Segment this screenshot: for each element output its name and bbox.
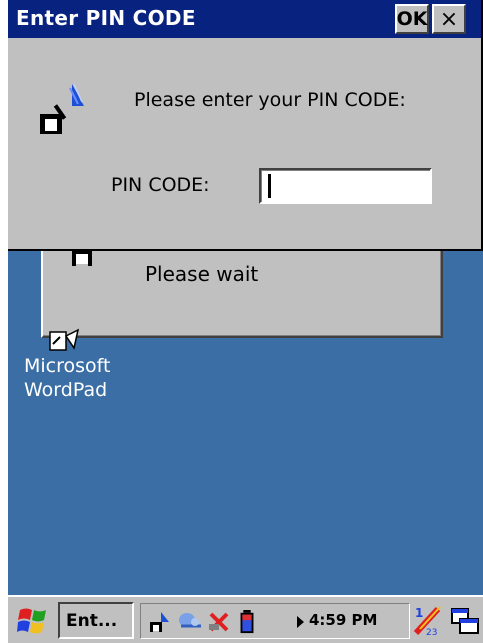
- wireless-modem-icon: [40, 83, 84, 134]
- task-button-enter-pin[interactable]: Ent...: [58, 602, 134, 639]
- battery-icon[interactable]: [237, 610, 257, 634]
- expand-arrow-icon[interactable]: [297, 616, 304, 628]
- pin-code-input[interactable]: [259, 168, 432, 204]
- wordpad-icon[interactable]: [48, 328, 84, 352]
- dialog-title: Enter PIN CODE: [16, 6, 196, 30]
- bluetooth-icon[interactable]: [177, 610, 203, 634]
- clock[interactable]: 4:59 PM: [309, 611, 377, 629]
- svg-text:23: 23: [426, 628, 437, 637]
- system-tray: 4:59 PM: [140, 603, 410, 639]
- connection-icon[interactable]: [207, 610, 233, 634]
- network-icon[interactable]: [147, 610, 173, 634]
- svg-text:1: 1: [415, 606, 423, 620]
- modem-icon: [72, 250, 92, 266]
- title-bar: Enter PIN CODE OK ×: [8, 0, 481, 38]
- start-button[interactable]: [14, 603, 52, 639]
- close-button[interactable]: ×: [432, 4, 466, 34]
- switch-windows-icon[interactable]: [448, 603, 482, 637]
- ok-button[interactable]: OK: [395, 4, 429, 34]
- pin-prompt: Please enter your PIN CODE:: [134, 89, 406, 111]
- wordpad-icon-label[interactable]: Microsoft WordPad: [24, 354, 154, 402]
- wait-message: Please wait: [145, 262, 259, 286]
- device-screen: Please wait Microsoft WordPad Enter PIN …: [8, 0, 483, 643]
- text-caret: [268, 174, 271, 198]
- taskbar: Ent... 4:59 PM 23 1: [8, 595, 483, 643]
- input-panel-icon[interactable]: 23 1: [412, 603, 446, 637]
- windows-logo-icon: [17, 608, 46, 634]
- pin-field-label: PIN CODE:: [111, 174, 210, 196]
- pin-code-dialog: Enter PIN CODE OK × Please enter your PI…: [8, 0, 483, 251]
